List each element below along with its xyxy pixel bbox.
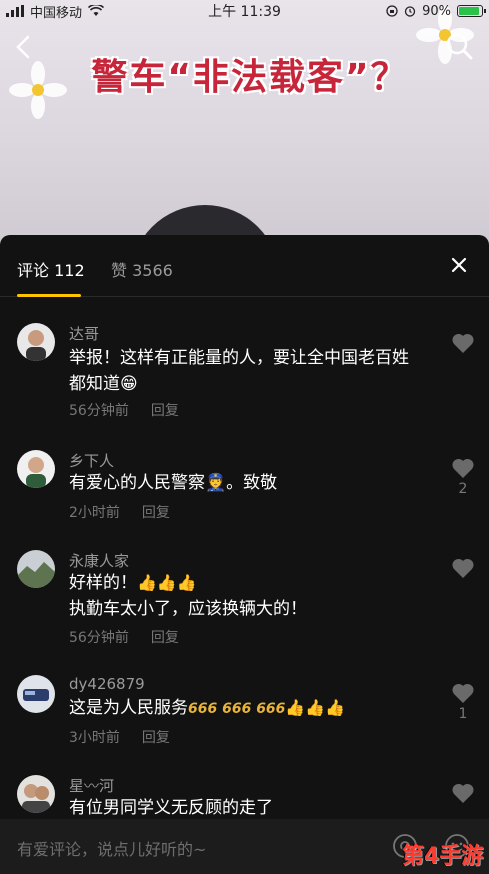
comment-username[interactable]: 永康人家 <box>69 550 129 571</box>
user-avatar-icon <box>17 775 55 813</box>
avatar[interactable] <box>17 675 55 713</box>
heart-icon[interactable] <box>451 457 475 479</box>
reply-button[interactable]: 回复 <box>151 627 179 647</box>
comment-text: 举报！这样有正能量的人，要让全中国老百姓 都知道😁 <box>69 345 419 397</box>
search-icon <box>446 33 473 60</box>
reply-button[interactable]: 回复 <box>142 727 170 747</box>
thumbs-up-icon: 👍👍👍 <box>285 698 346 717</box>
heart-icon[interactable] <box>451 332 475 354</box>
status-bar: 中国移动 上午 11:39 90% <box>0 0 489 22</box>
police-officer-emoji-icon: 👮 <box>205 473 227 493</box>
thumbs-up-icon: 👍👍👍 <box>137 573 197 592</box>
heart-icon[interactable] <box>451 682 475 704</box>
comment-text-line: 执勤车太小了，应该换辆大的！ <box>69 599 307 619</box>
comment-username[interactable]: 乡下人 <box>69 450 114 471</box>
search-button[interactable] <box>443 30 475 62</box>
comment-time: 56分钟前 <box>69 403 129 419</box>
chevron-left-icon <box>16 35 30 59</box>
user-avatar-icon <box>17 450 55 488</box>
comment-input[interactable]: 有爱评论，说点儿好听的~ <box>17 836 206 860</box>
comment-username[interactable]: 星〰河 <box>69 775 114 796</box>
comment-text-line: 都知道 <box>69 374 120 394</box>
comment-time: 56分钟前 <box>69 630 129 646</box>
comment-text-line: 好样的！ <box>69 573 137 593</box>
comment-tabs: 评论 112 赞 3566 <box>0 235 489 297</box>
comment-username[interactable]: 达哥 <box>69 323 99 344</box>
flower-decoration-icon <box>9 61 67 119</box>
video-title: 警车“非法载客”？ <box>91 57 409 98</box>
comments-panel: 评论 112 赞 3566 达哥 举报！这样有正能量的人，要让全中国老百姓 都知… <box>0 235 489 874</box>
user-avatar-icon <box>17 675 55 713</box>
comment-text-line: 举报！这样有正能量的人，要让全中国老百姓 <box>69 348 409 368</box>
heart-icon[interactable] <box>451 782 475 804</box>
lock-rotation-icon <box>386 5 398 17</box>
gold-666-sticker-icon: 666 666 666 <box>188 701 286 717</box>
comment-text: 有爱心的人民警察👮。致敬 <box>69 470 419 496</box>
like-count: 1 <box>458 706 468 722</box>
close-icon <box>451 257 467 273</box>
alarm-icon <box>404 6 416 17</box>
battery-percent: 90% <box>422 3 451 19</box>
like-count: 2 <box>458 481 468 497</box>
video-background[interactable] <box>0 0 489 250</box>
avatar[interactable] <box>17 550 55 588</box>
reply-button[interactable]: 回复 <box>142 502 170 522</box>
comment-text: 有位男同学义无反顾的走了 <box>69 798 273 818</box>
user-avatar-icon <box>17 550 55 588</box>
grin-emoji-icon: 😁 <box>120 374 138 394</box>
close-button[interactable] <box>447 253 471 277</box>
heart-icon[interactable] <box>451 557 475 579</box>
avatar[interactable] <box>17 323 55 361</box>
tab-likes[interactable]: 赞 3566 <box>111 257 173 281</box>
watermark-logo: 第4手游 <box>402 844 484 869</box>
back-button[interactable] <box>12 34 38 60</box>
user-avatar-icon <box>17 323 55 361</box>
reply-button[interactable]: 回复 <box>151 400 179 420</box>
battery-icon <box>457 5 486 17</box>
tab-comments[interactable]: 评论 112 <box>17 257 85 281</box>
avatar[interactable] <box>17 450 55 488</box>
comment-username[interactable]: dy426879 <box>69 675 145 693</box>
comment-text: 好样的！👍👍👍 执勤车太小了，应该换辆大的！ <box>69 570 419 622</box>
avatar[interactable] <box>17 775 55 813</box>
comment-text: 这是为人民服务 666 666 666 👍👍👍 <box>69 695 419 722</box>
comment-time: 3小时前 <box>69 730 120 746</box>
comment-time: 2小时前 <box>69 505 120 521</box>
active-tab-indicator <box>17 294 81 297</box>
